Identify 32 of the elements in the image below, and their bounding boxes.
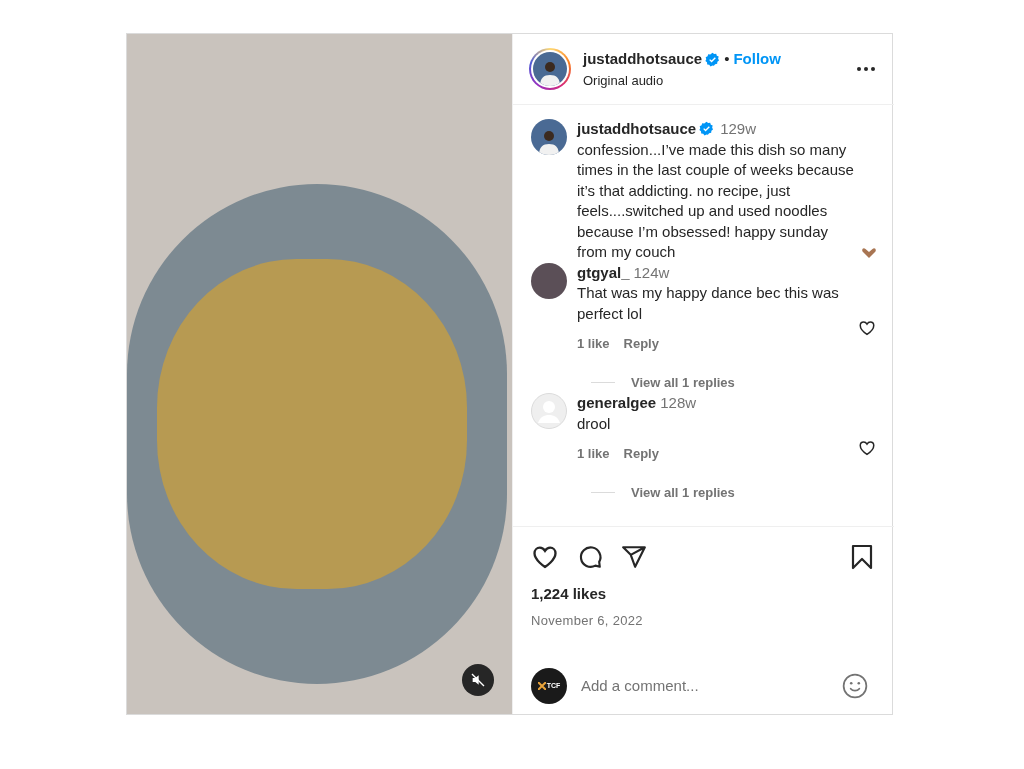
cross-logo-icon [537,682,546,690]
bookmark-icon[interactable] [850,544,874,570]
username-link[interactable]: gtgyal_ [577,263,630,281]
share-icon[interactable] [621,544,647,570]
like-comment-icon[interactable] [858,439,876,457]
reply-link[interactable]: Reply [623,444,659,465]
audio-label: Original audio [583,71,665,90]
view-replies-link[interactable]: View all 1 replies [631,372,735,393]
username-link[interactable]: generalgee [577,394,657,411]
likes-count[interactable]: 1,224 likes [531,583,874,606]
like-count[interactable]: 1 like [577,334,610,355]
more-options-icon[interactable] [856,66,876,72]
post-date: November 6, 2022 [531,611,644,630]
muted-speaker-icon[interactable] [462,664,494,696]
view-replies-link[interactable]: View all 1 replies [631,482,735,503]
comment-text: That was my happy dance bec this was perfect lol [577,283,840,324]
username-link[interactable]: justaddhotsauce [577,120,697,137]
comment-input[interactable]: Add a comment... [581,674,842,698]
emoji-icon[interactable] [842,673,868,699]
author-avatar[interactable] [531,119,567,155]
username-link[interactable]: justaddhotsauce [583,48,703,71]
follow-link[interactable]: Follow [733,48,781,71]
commenter-photo[interactable] [531,262,567,299]
comment-age: 128w [660,394,697,411]
like-count[interactable]: 1 like [577,444,610,465]
separator-dot: • [724,49,730,69]
like-comment-icon[interactable] [858,318,876,337]
comment-text: drool [577,413,612,434]
comment-age: 124w [633,263,670,281]
post-age: 129w [720,120,757,137]
comment-icon[interactable] [577,544,603,570]
reply-link[interactable]: Reply [623,334,659,355]
